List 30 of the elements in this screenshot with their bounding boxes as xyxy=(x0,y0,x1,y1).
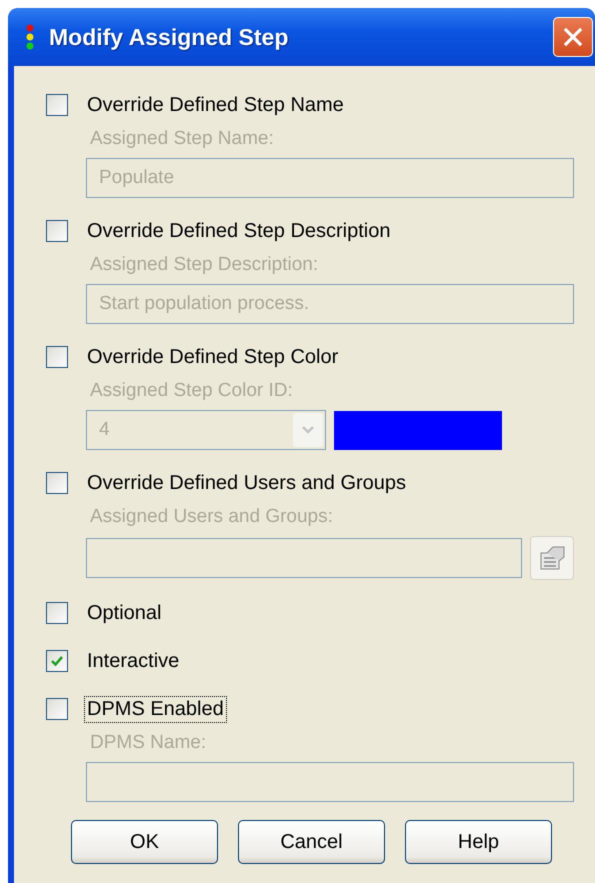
checkbox[interactable] xyxy=(46,346,68,368)
text-field[interactable] xyxy=(86,538,522,578)
checkbox[interactable] xyxy=(46,220,68,242)
text-field[interactable] xyxy=(86,762,574,802)
checkbox[interactable] xyxy=(46,472,68,494)
chevron-down-icon xyxy=(301,425,315,435)
field-label: Assigned Step Color ID: xyxy=(89,380,294,402)
traffic-light-icon xyxy=(25,24,35,50)
checkbox-label[interactable]: Override Defined Step Color xyxy=(84,344,342,370)
checkbox-label[interactable]: Override Defined Step Name xyxy=(84,92,347,118)
checkbox-label[interactable]: Override Defined Users and Groups xyxy=(84,470,410,496)
close-icon xyxy=(562,26,584,48)
checkbox-label[interactable]: DPMS Enabled xyxy=(84,696,227,722)
field-label: Assigned Step Description: xyxy=(89,254,320,276)
dialog-button[interactable]: Cancel xyxy=(238,820,385,864)
checkbox[interactable] xyxy=(46,602,68,624)
dialog-button[interactable]: OK xyxy=(71,820,218,864)
close-button[interactable] xyxy=(553,17,593,57)
checkbox[interactable] xyxy=(46,650,68,672)
field-label: Assigned Step Name: xyxy=(89,128,275,150)
checkbox[interactable] xyxy=(46,698,68,720)
field-label: DPMS Name: xyxy=(89,732,208,754)
dialog-button[interactable]: Help xyxy=(405,820,552,864)
field-label: Assigned Users and Groups: xyxy=(89,506,334,528)
browse-button[interactable] xyxy=(530,536,574,580)
checkbox-label[interactable]: Override Defined Step Description xyxy=(84,218,394,244)
window-title: Modify Assigned Step xyxy=(49,24,288,50)
checkbox-label[interactable]: Interactive xyxy=(84,648,182,674)
checkbox-label[interactable]: Optional xyxy=(84,600,164,626)
checkbox[interactable] xyxy=(46,94,68,116)
